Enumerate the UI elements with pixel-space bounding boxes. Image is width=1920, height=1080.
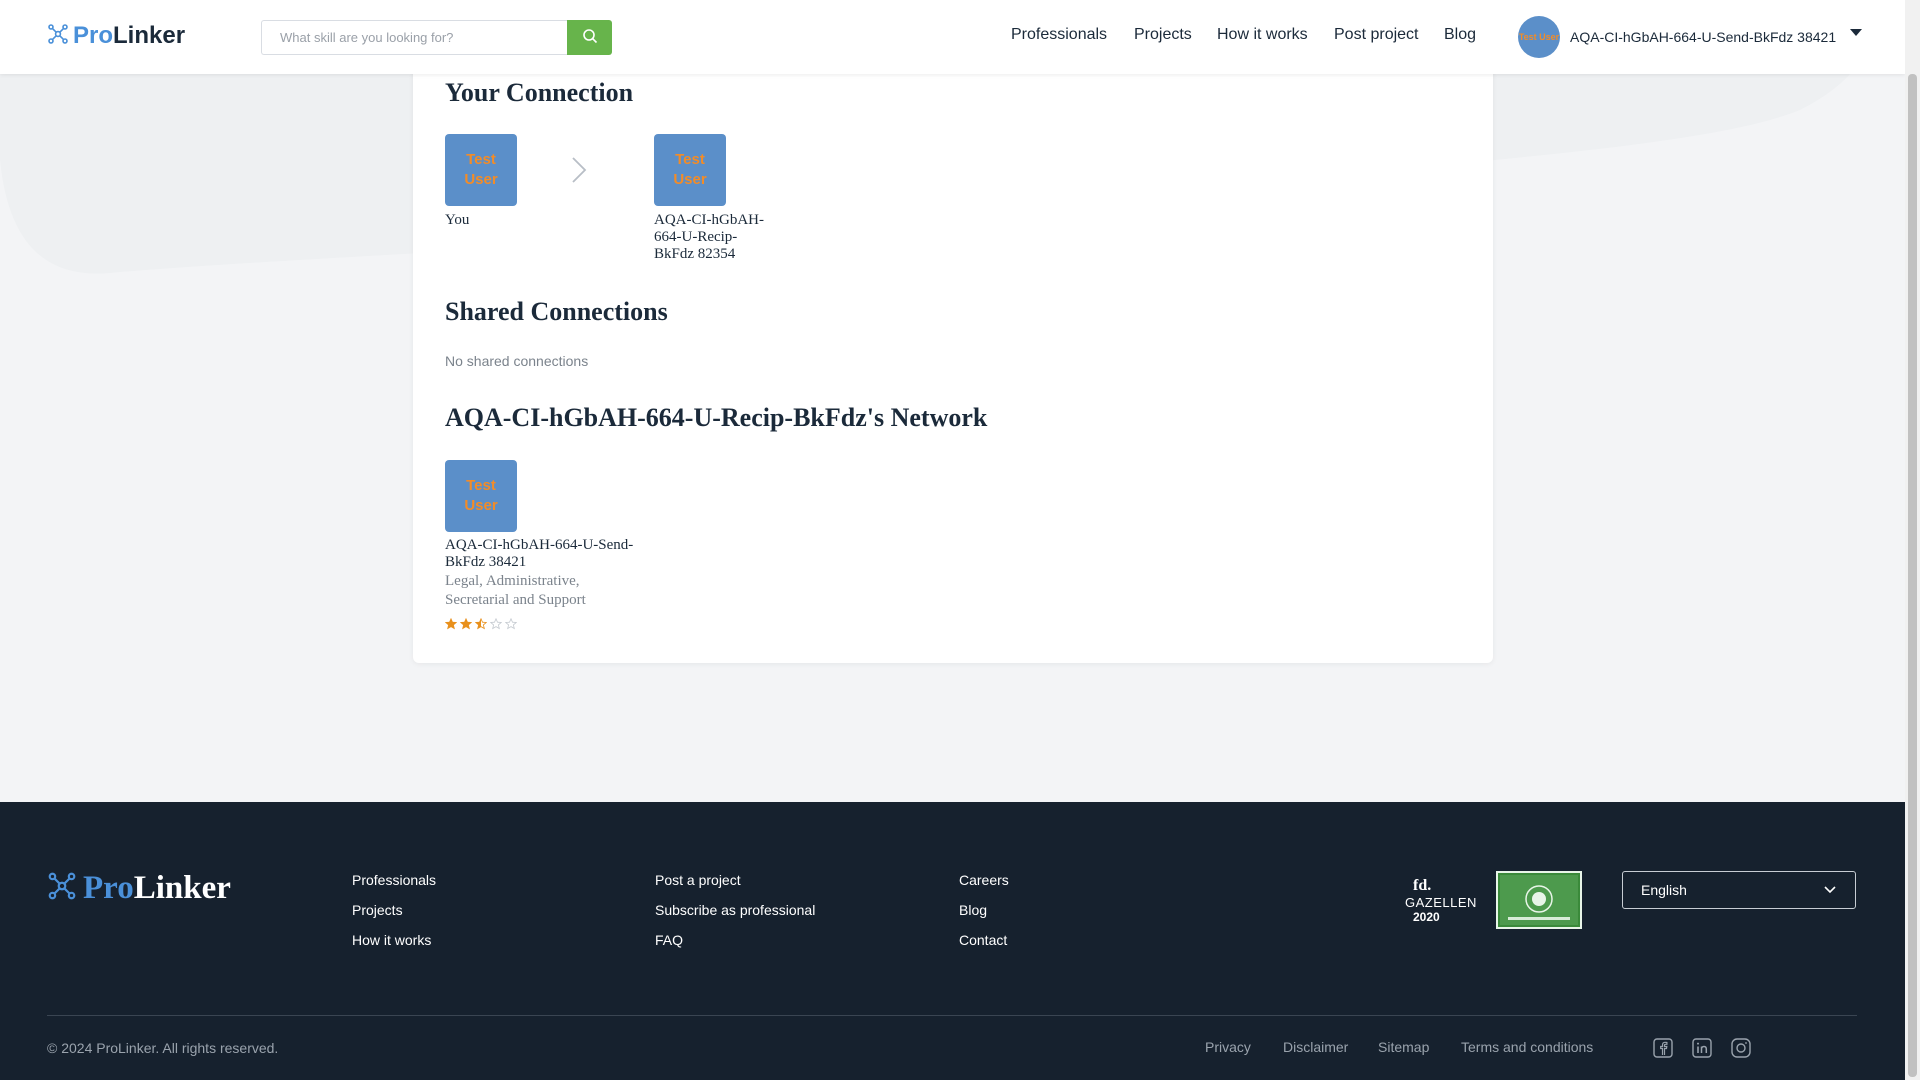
footer-link-contact[interactable]: Contact	[959, 932, 1007, 948]
your-connection-title: Your Connection	[445, 78, 634, 107]
footer-link-privacy[interactable]: Privacy	[1205, 1039, 1251, 1055]
chevron-right-icon	[570, 156, 588, 189]
footer: ProLinker Professionals Projects How it …	[0, 802, 1905, 1080]
avatar: Test User	[1518, 16, 1560, 58]
star-icon	[459, 617, 473, 635]
user-menu[interactable]: Test User AQA-CI-hGbAH-664-U-Send-BkFdz …	[1518, 16, 1863, 58]
recipient-avatar[interactable]: Test User	[654, 134, 726, 206]
search-button[interactable]	[567, 20, 612, 55]
shared-connections-title: Shared Connections	[445, 297, 668, 326]
nav-projects[interactable]: Projects	[1134, 26, 1192, 44]
footer-link-terms[interactable]: Terms and conditions	[1461, 1039, 1593, 1055]
you-label: You	[445, 212, 470, 228]
language-select[interactable]: English	[1622, 871, 1856, 909]
footer-link-disclaimer[interactable]: Disclaimer	[1283, 1039, 1348, 1055]
prolinker-logo[interactable]: ProLinker	[47, 22, 185, 50]
no-shared-connections-text: No shared connections	[445, 353, 589, 369]
nav-how-it-works[interactable]: How it works	[1217, 26, 1308, 44]
footer-link-projects[interactable]: Projects	[352, 902, 403, 918]
badge-text: 2020	[1413, 910, 1440, 924]
badge-text: GAZELLEN	[1405, 895, 1477, 910]
footer-link-faq[interactable]: FAQ	[655, 932, 683, 948]
footer-link-sitemap[interactable]: Sitemap	[1378, 1039, 1429, 1055]
footer-divider	[47, 1015, 1857, 1016]
language-value: English	[1641, 882, 1687, 898]
nav-blog[interactable]: Blog	[1444, 26, 1476, 44]
footer-link-post-a-project[interactable]: Post a project	[655, 872, 741, 888]
network-member-category: Legal, Administrative, Secretarial and S…	[445, 573, 586, 608]
star-icon	[444, 617, 458, 635]
award-badge	[1496, 871, 1582, 929]
logo-text: ProLinker	[83, 870, 231, 906]
search-bar	[261, 20, 612, 55]
network-title: AQA-CI-hGbAH-664-U-Recip-BkFdz's Network	[445, 403, 988, 432]
top-navbar: ProLinker Professionals Projects How it …	[0, 0, 1905, 74]
logo-mark-icon	[47, 871, 77, 906]
instagram-icon[interactable]	[1731, 1038, 1751, 1058]
search-icon	[582, 28, 598, 47]
avatar-text: Test	[466, 477, 496, 494]
avatar-text: User	[464, 171, 498, 188]
search-input[interactable]	[261, 20, 567, 55]
scrollbar-thumb[interactable]	[1908, 74, 1917, 1077]
footer-link-subscribe[interactable]: Subscribe as professional	[655, 902, 815, 918]
chevron-down-icon	[1823, 882, 1837, 898]
avatar-text: User	[464, 497, 498, 514]
avatar-text: Test	[466, 151, 496, 168]
footer-link-professionals[interactable]: Professionals	[352, 872, 436, 888]
logo-text: ProLinker	[73, 22, 186, 49]
footer-link-how-it-works[interactable]: How it works	[352, 932, 431, 948]
user-name: AQA-CI-hGbAH-664-U-Send-BkFdz 38421	[1570, 29, 1837, 45]
avatar-text: User	[673, 171, 707, 188]
page-scrollbar[interactable]	[1905, 0, 1920, 1080]
you-avatar[interactable]: Test User	[445, 134, 517, 206]
network-member-name[interactable]: AQA-CI-hGbAH-664-U-Send-BkFdz 38421	[445, 537, 645, 571]
nav-post-project[interactable]: Post project	[1334, 26, 1418, 44]
fd-gazellen-badge: fd. GAZELLEN 2020	[1395, 877, 1477, 925]
facebook-icon[interactable]	[1653, 1038, 1673, 1058]
footer-link-careers[interactable]: Careers	[959, 872, 1009, 888]
badge-text: fd.	[1413, 877, 1432, 894]
star-icon	[504, 617, 518, 635]
linkedin-icon[interactable]	[1692, 1038, 1712, 1058]
footer-logo[interactable]: ProLinker	[47, 870, 231, 907]
rating-stars	[444, 617, 518, 635]
star-icon	[489, 617, 503, 635]
star-icon	[474, 617, 488, 635]
logo-mark-icon	[47, 23, 69, 50]
avatar-text: Test	[675, 151, 705, 168]
footer-link-blog[interactable]: Blog	[959, 902, 987, 918]
chevron-down-icon	[1850, 28, 1863, 36]
copyright-text: © 2024 ProLinker. All rights reserved.	[47, 1040, 279, 1056]
connection-card: Your Connection Test User You Test User AQ…	[413, 40, 1493, 663]
network-member-avatar[interactable]: Test User	[445, 460, 517, 532]
recipient-label[interactable]: AQA-CI-hGbAH-664-U-Recip-BkFdz 82354	[654, 212, 774, 263]
nav-professionals[interactable]: Professionals	[1011, 26, 1107, 44]
